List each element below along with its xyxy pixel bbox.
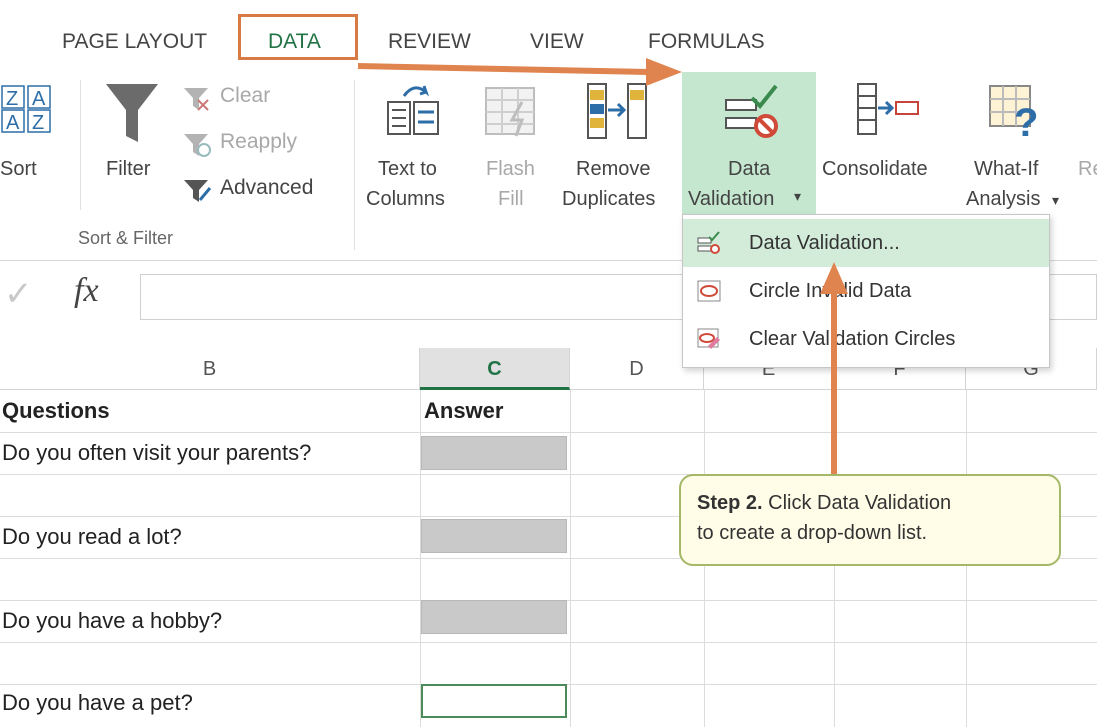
arrowhead-icon (646, 58, 682, 86)
annotation-arrows (357, 58, 848, 474)
arrowhead-icon (820, 262, 848, 294)
arrow-to-data-validation (357, 63, 649, 75)
callout-text-2: to create a drop-down list. (697, 522, 928, 544)
instruction-callout: Step 2. Click Data Validation to create … (679, 474, 1061, 566)
callout-text-1: Click Data Validation (762, 492, 952, 514)
callout-line-1: Step 2. Click Data Validation (697, 488, 1043, 518)
callout-step: Step 2. (697, 492, 763, 514)
